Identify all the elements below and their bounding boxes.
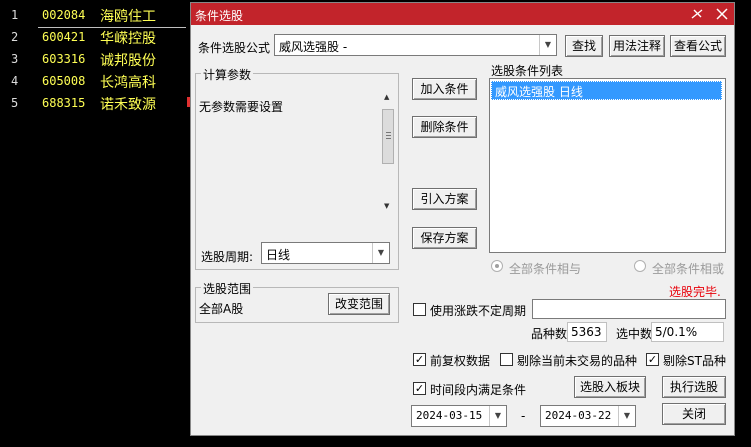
count-label: 品种数: [531, 327, 568, 341]
radio-all-and-label: 全部条件相与: [509, 262, 582, 276]
exclude-st-label: 剔除ST品种: [663, 354, 726, 368]
row-index: 5: [11, 96, 19, 110]
stock-code: 600421: [42, 30, 86, 44]
stock-name: 长鸿高科: [100, 75, 156, 91]
formula-select[interactable]: 威风选强股 - ▼: [274, 34, 557, 56]
selected-label: 选中数: [616, 327, 653, 341]
dialog-title: 条件选股: [195, 9, 244, 23]
start-date-value: 2024-03-15: [416, 409, 483, 422]
exclude-st-checkbox[interactable]: ✓: [646, 353, 659, 366]
stock-row[interactable]: 5 688315 诺禾致源: [0, 93, 190, 115]
start-date-picker[interactable]: 2024-03-15 ▼: [411, 405, 507, 427]
add-to-board-button[interactable]: 选股入板块: [574, 376, 646, 398]
import-plan-button[interactable]: 引入方案: [412, 188, 477, 210]
stock-code: 688315: [42, 96, 86, 110]
stock-code: 002084: [42, 8, 86, 22]
save-plan-button[interactable]: 保存方案: [412, 227, 477, 249]
scroll-down-icon[interactable]: ▼: [384, 202, 389, 210]
radio-all-or[interactable]: [634, 260, 646, 272]
stock-row[interactable]: 3 603316 诚邦股份: [0, 49, 190, 71]
stock-code: 603316: [42, 52, 86, 66]
delete-condition-button[interactable]: 删除条件: [412, 116, 477, 138]
condition-stock-selection-dialog: 条件选股 条件选股公式 威风选强股 - ▼ 查找 用法注释 查看公式 计算参数 …: [190, 2, 735, 436]
time-period-label: 时间段内满足条件: [430, 383, 527, 397]
find-button[interactable]: 查找: [565, 35, 603, 57]
range-value: 全部A股: [199, 302, 244, 316]
pre-adjust-checkbox[interactable]: ✓: [413, 353, 426, 366]
range-group-title: 选股范围: [201, 280, 254, 297]
variable-period-input[interactable]: [532, 299, 726, 319]
status-text: 选股完毕.: [669, 285, 721, 299]
selected-field: 5/0.1%: [651, 322, 724, 342]
stock-name: 诺禾致源: [100, 97, 156, 113]
period-value: 日线: [266, 248, 291, 262]
change-range-button[interactable]: 改变范围: [328, 293, 390, 315]
count-value: 5363: [571, 325, 602, 339]
formula-value: 威风选强股 -: [279, 40, 348, 54]
variable-period-label: 使用涨跌不定周期: [430, 304, 527, 318]
selected-value: 5/0.1%: [655, 325, 698, 339]
radio-all-or-label: 全部条件相或: [652, 262, 725, 276]
view-formula-button[interactable]: 查看公式: [670, 35, 726, 57]
params-group-title: 计算参数: [201, 66, 254, 83]
end-date-value: 2024-03-22: [545, 409, 612, 422]
stock-name: 海鸥住工: [100, 9, 156, 25]
condition-list[interactable]: 威风选强股 日线: [489, 78, 726, 253]
variable-period-checkbox[interactable]: [413, 303, 426, 316]
pin-icon[interactable]: [687, 4, 707, 24]
scroll-up-icon[interactable]: ▲: [384, 93, 389, 101]
chevron-down-icon[interactable]: ▼: [539, 35, 556, 55]
pre-adjust-label: 前复权数据: [430, 354, 491, 368]
row-index: 2: [11, 30, 19, 44]
count-field: 5363: [567, 322, 607, 342]
period-select[interactable]: 日线 ▼: [261, 242, 390, 264]
end-date-picker[interactable]: 2024-03-22 ▼: [540, 405, 636, 427]
stock-row[interactable]: 2 600421 华嵘控股: [0, 27, 190, 49]
exclude-untraded-label: 剔除当前未交易的品种: [517, 354, 638, 368]
close-icon[interactable]: [712, 4, 732, 24]
calendar-dropdown-icon[interactable]: ▼: [489, 406, 506, 426]
execute-selection-button[interactable]: 执行选股: [662, 376, 726, 398]
formula-label: 条件选股公式: [198, 41, 271, 55]
period-label: 选股周期:: [201, 250, 254, 264]
chevron-down-icon[interactable]: ▼: [372, 243, 389, 263]
params-scrollbar[interactable]: ▲ ▼: [381, 91, 395, 214]
condition-list-title: 选股条件列表: [491, 64, 564, 78]
row-index: 3: [11, 52, 19, 66]
params-text: 无参数需要设置: [199, 100, 284, 114]
condition-item-label: 威风选强股 日线: [495, 85, 583, 99]
date-separator: -: [521, 409, 526, 423]
dialog-titlebar[interactable]: 条件选股: [191, 3, 734, 25]
stock-code: 605008: [42, 74, 86, 88]
list-item[interactable]: 威风选强股 日线: [491, 81, 722, 100]
row-index: 1: [11, 8, 19, 22]
scroll-thumb[interactable]: [382, 109, 394, 164]
close-button[interactable]: 关闭: [662, 403, 726, 425]
stock-list: 1 002084 海鸥住工 2 600421 华嵘控股 3 603316 诚邦股…: [0, 0, 190, 447]
add-condition-button[interactable]: 加入条件: [412, 78, 477, 100]
time-period-checkbox[interactable]: ✓: [413, 382, 426, 395]
stock-name: 诚邦股份: [100, 53, 156, 69]
exclude-untraded-checkbox[interactable]: [500, 353, 513, 366]
stock-row[interactable]: 1 002084 海鸥住工: [0, 5, 190, 28]
radio-all-and[interactable]: [491, 260, 503, 272]
row-index: 4: [11, 74, 19, 88]
stock-row[interactable]: 4 605008 长鸿高科: [0, 71, 190, 93]
calendar-dropdown-icon[interactable]: ▼: [618, 406, 635, 426]
stock-name: 华嵘控股: [100, 31, 156, 47]
usage-note-button[interactable]: 用法注释: [609, 35, 665, 57]
